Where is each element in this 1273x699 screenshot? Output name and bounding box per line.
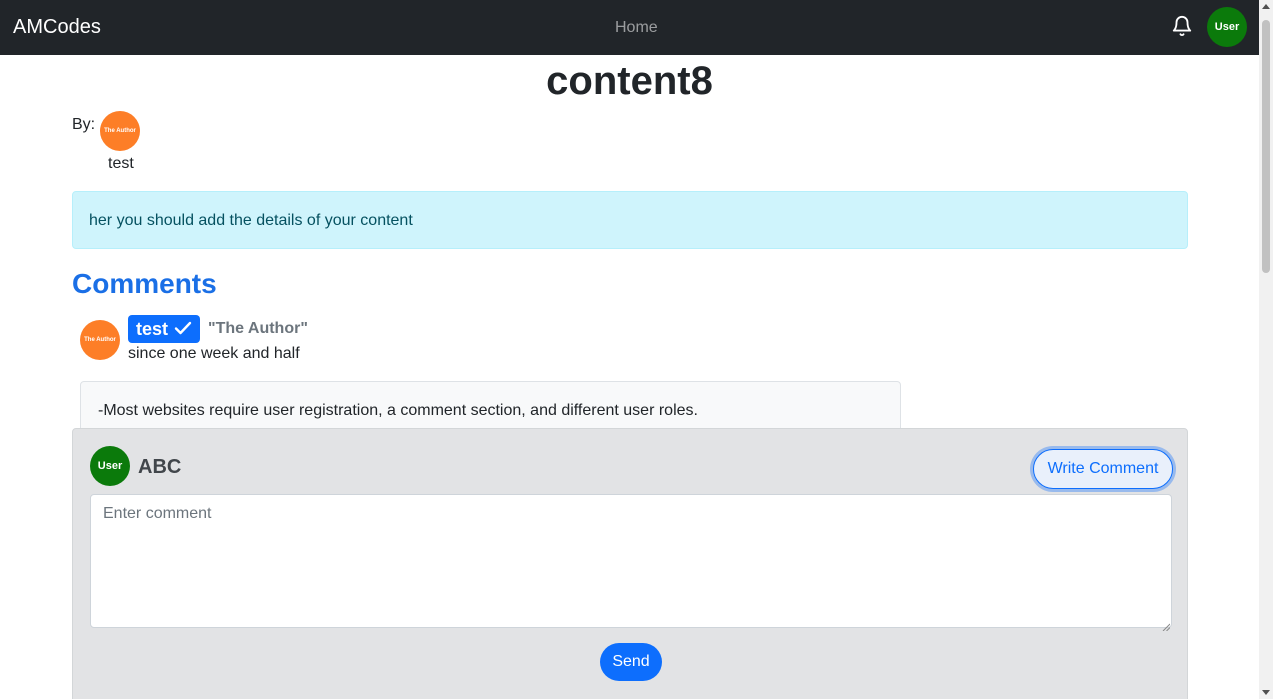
content-details: her you should add the details of your c… bbox=[72, 191, 1188, 249]
author-name: test bbox=[108, 155, 134, 172]
navbar: AMCodes Home User bbox=[0, 0, 1259, 55]
nav-home-link[interactable]: Home bbox=[615, 18, 658, 38]
content-details-text: her you should add the details of your c… bbox=[89, 212, 413, 229]
comment-role: "The Author" bbox=[208, 320, 308, 337]
page-title: content8 bbox=[546, 59, 713, 103]
writer-avatar-label: User bbox=[97, 460, 123, 472]
comments-heading: Comments bbox=[72, 268, 217, 299]
comment-username: test bbox=[136, 318, 169, 339]
page-scrollbar[interactable] bbox=[1259, 0, 1273, 699]
user-avatar[interactable]: User bbox=[1207, 7, 1247, 47]
author-avatar: The Author bbox=[100, 111, 140, 151]
comment-username-badge: test bbox=[128, 315, 201, 343]
brand-logo[interactable]: AMCodes bbox=[13, 15, 101, 39]
check-icon bbox=[174, 319, 192, 340]
comment-author-avatar: The Author bbox=[80, 320, 120, 360]
scroll-down-icon[interactable] bbox=[1262, 690, 1270, 695]
scroll-up-icon[interactable] bbox=[1262, 4, 1270, 9]
writer-avatar: User bbox=[90, 446, 130, 486]
writer-name: ABC bbox=[138, 456, 182, 478]
send-button[interactable]: Send bbox=[600, 643, 662, 681]
scroll-thumb[interactable] bbox=[1262, 20, 1270, 273]
comment-input[interactable] bbox=[90, 494, 1172, 628]
write-comment-panel: User ABC Write Comment Send bbox=[72, 428, 1188, 699]
by-label: By: bbox=[72, 116, 96, 133]
user-avatar-label: User bbox=[1214, 21, 1240, 33]
comment-time: since one week and half bbox=[128, 345, 300, 362]
write-comment-button[interactable]: Write Comment bbox=[1033, 449, 1173, 489]
author-avatar-label: The Author bbox=[104, 128, 136, 134]
bell-icon[interactable] bbox=[1171, 15, 1193, 37]
comment-text: -Most websites require user registration… bbox=[98, 402, 698, 419]
comment-avatar-label: The Author bbox=[84, 337, 116, 343]
